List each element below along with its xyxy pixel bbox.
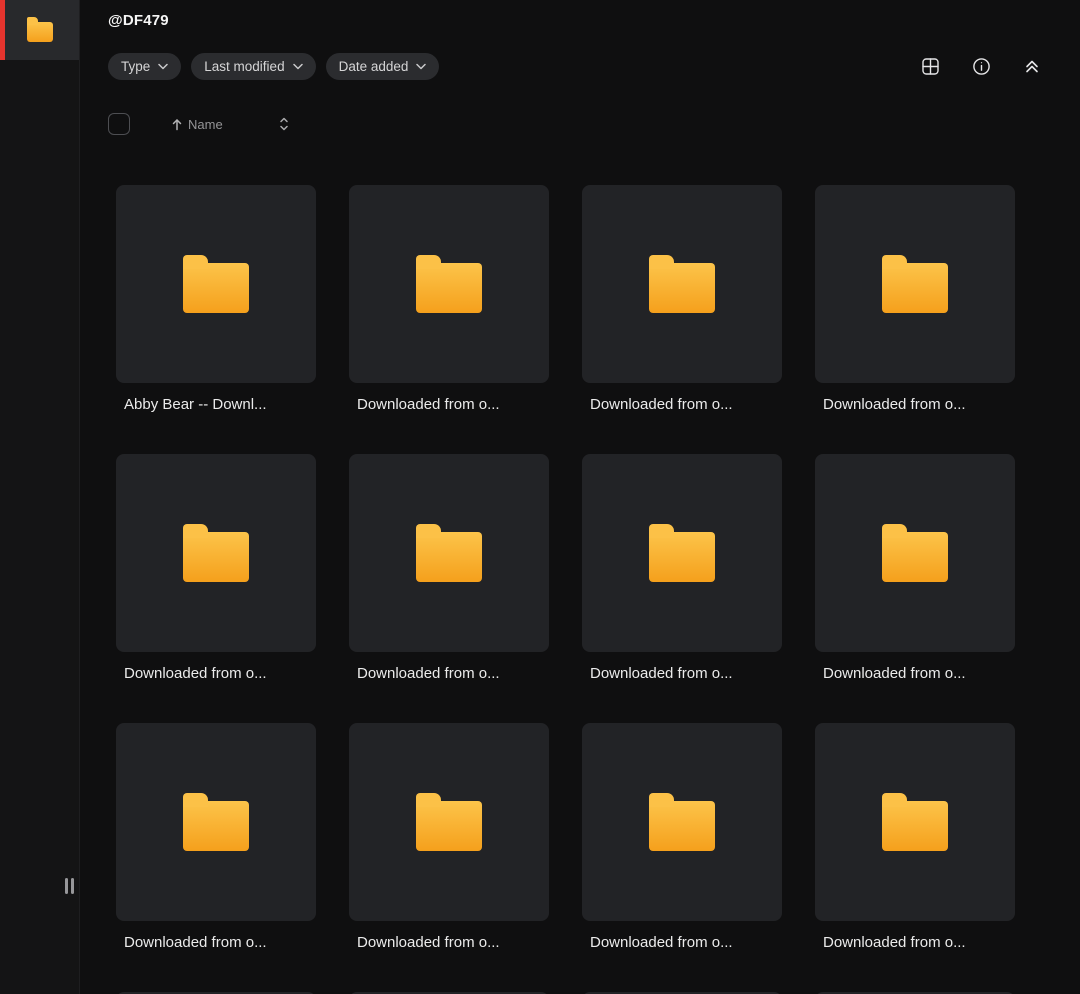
folder-name: Downloaded from o... <box>357 396 549 413</box>
folder-name: Abby Bear -- Downl... <box>124 396 316 413</box>
folder-icon <box>882 801 948 851</box>
folder-card-tile <box>582 454 782 652</box>
folder-icon <box>649 263 715 313</box>
collapse-up-icon <box>1022 56 1042 76</box>
grid-view-button[interactable] <box>918 54 943 79</box>
sidebar-item-folders[interactable] <box>0 0 79 60</box>
sidebar <box>0 0 80 994</box>
filter-chip-last-modified[interactable]: Last modified <box>191 53 315 80</box>
info-button[interactable] <box>969 54 994 79</box>
folder-card[interactable]: Downloaded from o... <box>116 723 316 954</box>
folder-card-tile <box>116 454 316 652</box>
folder-card-tile <box>116 185 316 383</box>
folder-icon <box>882 263 948 313</box>
sort-by-name-button[interactable]: Name <box>170 117 223 132</box>
folder-card-tile <box>815 185 1015 383</box>
folder-icon <box>183 532 249 582</box>
sort-direction-toggle[interactable] <box>275 113 293 135</box>
folder-card[interactable]: Downloaded from o... <box>349 723 549 954</box>
folder-name: Downloaded from o... <box>823 934 1015 951</box>
folder-card[interactable]: Downloaded from o... <box>815 185 1015 416</box>
folder-card[interactable]: Downloaded from o... <box>349 454 549 685</box>
folder-name: Downloaded from o... <box>823 396 1015 413</box>
filter-chip-label: Type <box>121 59 150 74</box>
collapse-up-button[interactable] <box>1020 54 1044 78</box>
filter-chip-label: Date added <box>339 59 409 74</box>
active-indicator <box>0 0 5 60</box>
filter-chip-label: Last modified <box>204 59 284 74</box>
filter-chip-type[interactable]: Type <box>108 53 181 80</box>
grid-view-icon <box>920 56 941 77</box>
sidebar-resize-handle[interactable] <box>63 876 76 896</box>
folder-icon <box>416 532 482 582</box>
chevron-down-icon <box>293 63 303 70</box>
chevron-down-icon <box>416 63 426 70</box>
folder-card-tile <box>582 185 782 383</box>
folder-icon <box>416 263 482 313</box>
arrow-up-icon <box>170 117 184 132</box>
folder-icon <box>882 532 948 582</box>
folder-card-tile <box>349 454 549 652</box>
folder-icon <box>27 22 53 42</box>
folder-name: Downloaded from o... <box>124 665 316 682</box>
unfold-icon <box>277 115 291 133</box>
toolbar-actions <box>918 54 1044 79</box>
folder-name: Downloaded from o... <box>124 934 316 951</box>
folder-card-tile <box>349 185 549 383</box>
folder-card-tile <box>815 723 1015 921</box>
folder-icon <box>649 801 715 851</box>
select-all-checkbox[interactable] <box>108 113 130 135</box>
folder-card-tile <box>582 723 782 921</box>
toolbar: Type Last modified Date added <box>108 52 1080 80</box>
page-header: @DF479 <box>108 0 1080 32</box>
filter-chips: Type Last modified Date added <box>108 53 439 80</box>
folder-name: Downloaded from o... <box>357 665 549 682</box>
app-window: @DF479 Type Last modified Date added <box>0 0 1080 994</box>
folder-icon <box>649 532 715 582</box>
folder-card[interactable]: Downloaded from o... <box>815 723 1015 954</box>
sort-label: Name <box>188 117 223 132</box>
folder-name: Downloaded from o... <box>590 665 782 682</box>
main-content: @DF479 Type Last modified Date added <box>80 0 1080 994</box>
folder-card[interactable]: Downloaded from o... <box>582 185 782 416</box>
folder-card[interactable]: Downloaded from o... <box>815 454 1015 685</box>
page-title: @DF479 <box>108 12 1080 29</box>
grip-bar <box>71 878 74 894</box>
filter-chip-date-added[interactable]: Date added <box>326 53 440 80</box>
folder-card-tile <box>349 723 549 921</box>
folder-icon <box>183 801 249 851</box>
info-icon <box>971 56 992 77</box>
folder-card[interactable]: Downloaded from o... <box>582 723 782 954</box>
grip-bar <box>65 878 68 894</box>
folder-card-tile <box>815 454 1015 652</box>
folder-icon <box>416 801 482 851</box>
folder-icon <box>183 263 249 313</box>
chevron-down-icon <box>158 63 168 70</box>
folder-name: Downloaded from o... <box>823 665 1015 682</box>
folder-card[interactable]: Downloaded from o... <box>349 185 549 416</box>
folder-name: Downloaded from o... <box>590 934 782 951</box>
folder-card[interactable]: Downloaded from o... <box>582 454 782 685</box>
folder-card-tile <box>116 723 316 921</box>
folder-card[interactable]: Abby Bear -- Downl... <box>116 185 316 416</box>
folder-name: Downloaded from o... <box>357 934 549 951</box>
folder-name: Downloaded from o... <box>590 396 782 413</box>
list-controls: Name <box>108 113 1080 135</box>
folder-card[interactable]: Downloaded from o... <box>116 454 316 685</box>
file-grid: Abby Bear -- Downl... Downloaded from o.… <box>116 185 1080 994</box>
